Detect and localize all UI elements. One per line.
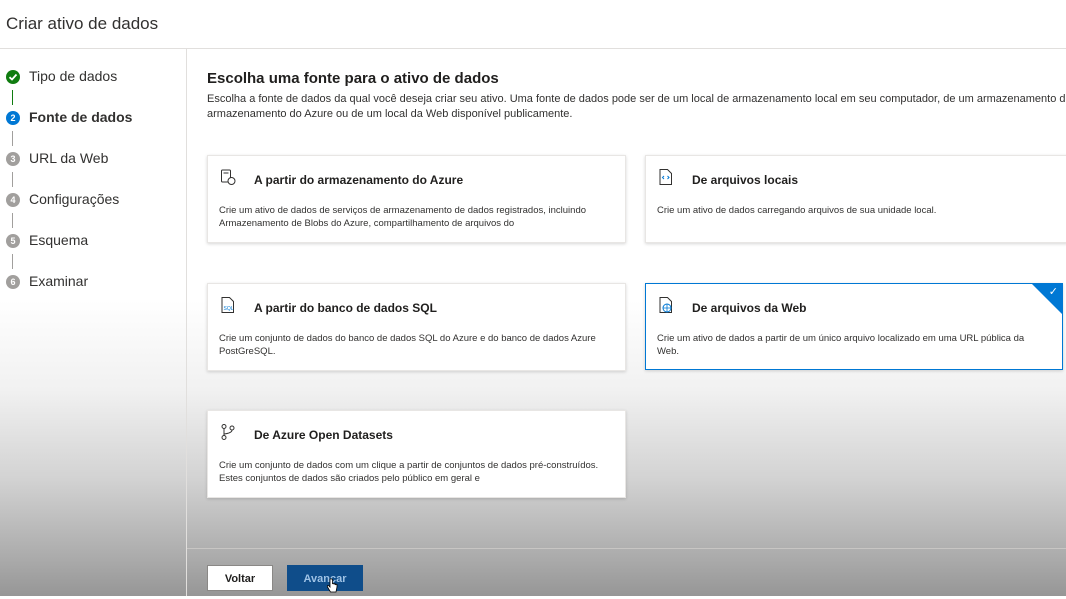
page-title: Criar ativo de dados [6, 14, 159, 33]
card-title: De arquivos locais [692, 173, 799, 187]
title-bar: Criar ativo de dados [0, 0, 1066, 48]
next-button[interactable]: Avançar [287, 565, 363, 591]
hand-cursor-icon [326, 578, 338, 594]
card-title: A partir do banco de dados SQL [254, 301, 437, 315]
source-card-sql-database[interactable]: SQL A partir do banco de dados SQL Crie … [207, 283, 626, 371]
step-label: Fonte de dados [29, 109, 133, 125]
step-connector [12, 90, 13, 105]
step-number-icon: 6 [6, 275, 20, 289]
section-description: Escolha a fonte de dados da qual você de… [207, 93, 1066, 120]
header-divider [0, 48, 1066, 49]
azure-storage-icon [220, 168, 236, 186]
web-file-icon [658, 296, 674, 314]
source-card-open-datasets[interactable]: De Azure Open Datasets Crie um conjunto … [207, 410, 626, 498]
checkmark-icon [6, 70, 20, 84]
svg-text:SQL: SQL [224, 306, 234, 312]
source-card-azure-storage[interactable]: A partir do armazenamento do Azure Crie … [207, 155, 626, 243]
step-number-icon: 2 [6, 111, 20, 125]
card-title: De arquivos da Web [692, 301, 807, 315]
step-label: Configurações [29, 191, 120, 207]
step-number-icon: 4 [6, 193, 20, 207]
step-label: Examinar [29, 273, 89, 289]
step-connector [12, 172, 13, 187]
card-description: Crie um ativo de dados carregando arquiv… [657, 205, 937, 216]
back-button[interactable]: Voltar [207, 565, 273, 591]
card-title: De Azure Open Datasets [254, 428, 393, 442]
card-description: Crie um conjunto de dados do banco de da… [219, 333, 596, 357]
step-connector [12, 131, 13, 146]
step-connector [12, 213, 13, 228]
source-card-web-files[interactable]: De arquivos da Web Crie um ativo de dado… [645, 283, 1063, 370]
sql-database-icon: SQL [220, 296, 236, 314]
card-title: A partir do armazenamento do Azure [254, 173, 464, 187]
source-card-local-files[interactable]: De arquivos locais Crie um ativo de dado… [645, 155, 1066, 243]
card-description: Crie um ativo de dados de serviços de ar… [219, 205, 587, 229]
step-label: URL da Web [29, 150, 109, 166]
open-datasets-icon [220, 423, 236, 441]
sidebar-divider [186, 49, 187, 596]
step-connector [12, 254, 13, 269]
step-number-icon: 3 [6, 152, 20, 166]
checkmark-icon: ✓ [1048, 286, 1058, 298]
footer-divider [187, 548, 1066, 549]
step-number-icon: 5 [6, 234, 20, 248]
section-heading: Escolha uma fonte para o ativo de dados [207, 70, 499, 87]
step-label: Esquema [29, 232, 89, 248]
step-label: Tipo de dados [29, 68, 118, 84]
card-description: Crie um ativo de dados a partir de um ún… [657, 333, 1025, 357]
card-description: Crie um conjunto de dados com um clique … [219, 460, 599, 484]
local-files-icon [658, 168, 674, 186]
